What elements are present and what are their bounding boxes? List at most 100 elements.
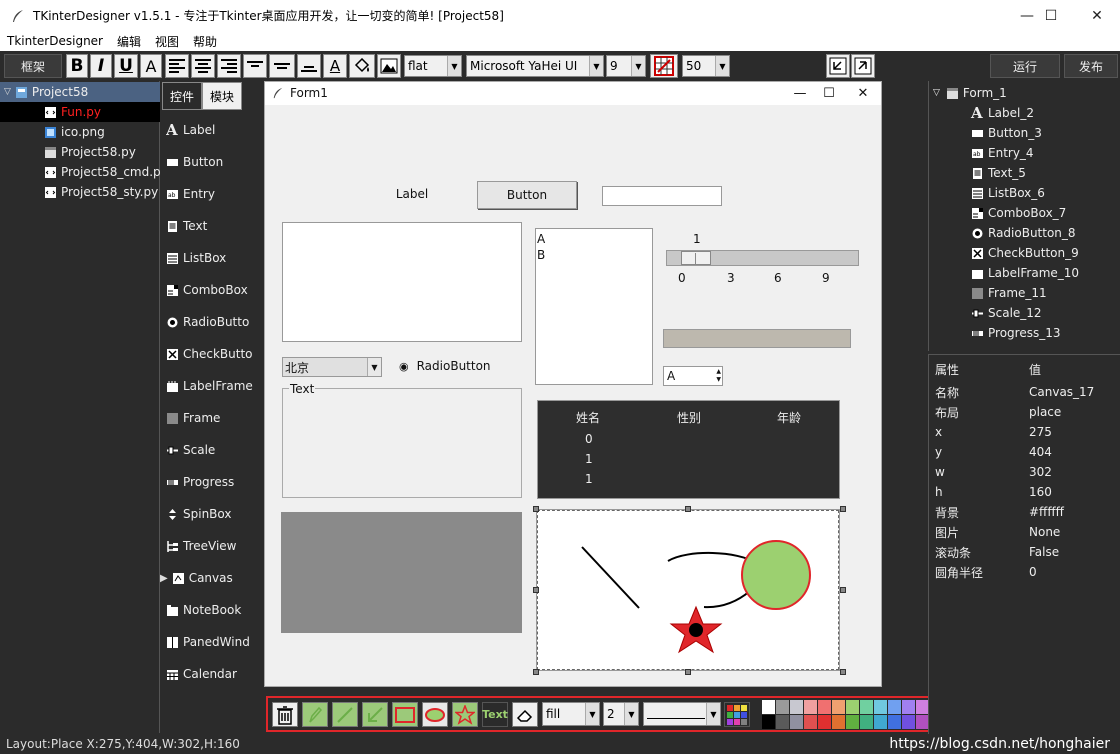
grid-snap-icon[interactable] — [650, 54, 678, 78]
align-left-icon[interactable] — [165, 54, 189, 78]
color-swatch[interactable] — [804, 700, 817, 714]
property-row[interactable]: 背景 #ffffff — [935, 502, 1064, 522]
color-grid-icon[interactable] — [724, 702, 750, 727]
file-item[interactable]: Project58.py — [0, 142, 160, 162]
star-icon[interactable] — [452, 702, 478, 727]
color-swatch[interactable] — [832, 715, 845, 729]
align-bottom-icon[interactable] — [297, 54, 321, 78]
widget-checkbutton[interactable]: CheckButto — [166, 344, 262, 364]
form-combobox[interactable]: 北京 ▼ — [282, 357, 382, 377]
form-entry[interactable] — [602, 186, 722, 206]
widget-entry[interactable]: ab Entry — [166, 184, 262, 204]
fill-select[interactable]: fill ▼ — [542, 702, 600, 726]
resize-handle[interactable] — [840, 587, 846, 593]
color-swatch[interactable] — [818, 700, 831, 714]
widget-radiobutton[interactable]: RadioButto — [166, 312, 262, 332]
widget-progress[interactable]: Progress — [166, 472, 262, 492]
color-palette[interactable] — [762, 700, 929, 729]
form-treeview[interactable]: 姓名 性别 年龄 0 1 1 — [537, 400, 840, 499]
align-middle-icon[interactable] — [269, 54, 295, 78]
close-button[interactable]: ✕ — [1074, 0, 1120, 31]
tree-item[interactable]: RadioButton_8 — [971, 223, 1076, 243]
column-header[interactable]: 姓名 — [576, 409, 600, 426]
column-header[interactable]: 年龄 — [777, 409, 801, 426]
align-center-icon[interactable] — [191, 54, 215, 78]
spin-arrows-icon[interactable]: ▲ ▼ — [716, 368, 721, 384]
underline-button[interactable]: U — [114, 54, 138, 78]
pencil-icon[interactable] — [302, 702, 328, 727]
line-style-select[interactable]: ▼ — [643, 702, 721, 726]
widget-listbox[interactable]: ListBox — [166, 248, 262, 268]
widget-frame[interactable]: Frame — [166, 408, 262, 428]
undo-icon[interactable] — [826, 54, 850, 78]
form-button[interactable]: Button — [477, 181, 577, 209]
list-item[interactable]: A — [537, 231, 652, 247]
color-swatch[interactable] — [860, 700, 873, 714]
table-row[interactable]: 1 — [585, 452, 593, 466]
property-row[interactable]: 布局 place — [935, 402, 1061, 422]
property-row[interactable]: 滚动条 False — [935, 542, 1059, 562]
scale-trough[interactable] — [666, 250, 859, 266]
form-labelframe[interactable]: Text — [282, 382, 522, 498]
trash-icon[interactable] — [272, 702, 298, 727]
font-family-select[interactable]: Microsoft YaHei UI ▼ — [466, 55, 604, 77]
color-swatch[interactable] — [846, 715, 859, 729]
font-a-button[interactable]: A — [140, 54, 162, 78]
form-scale[interactable]: 1 0 3 6 9 — [663, 228, 861, 302]
frame-button[interactable]: 框架 — [4, 54, 62, 78]
property-row[interactable]: x 275 — [935, 422, 1052, 442]
widget-text[interactable]: Text — [166, 216, 262, 236]
widget-canvas[interactable]: ▶ Canvas — [160, 568, 262, 588]
redo-icon[interactable] — [851, 54, 875, 78]
fill-bucket-icon[interactable] — [349, 54, 375, 78]
file-item[interactable]: Project58_cmd.py — [0, 162, 168, 182]
tree-item[interactable]: Text_5 — [971, 163, 1026, 183]
line-width-select[interactable]: 2 ▼ — [603, 702, 639, 726]
color-swatch[interactable] — [860, 715, 873, 729]
form-canvas[interactable] — [536, 509, 840, 671]
tree-item[interactable]: Frame_11 — [971, 283, 1047, 303]
tab-widgets[interactable]: 控件 — [162, 82, 203, 110]
tree-item[interactable]: LabelFrame_10 — [971, 263, 1079, 283]
list-item[interactable]: B — [537, 247, 652, 263]
widget-combobox[interactable]: ComboBox — [166, 280, 262, 300]
resize-handle[interactable] — [685, 506, 691, 512]
image-icon[interactable] — [377, 54, 401, 78]
color-swatch[interactable] — [846, 700, 859, 714]
property-row[interactable]: w 302 — [935, 462, 1052, 482]
italic-button[interactable]: I — [90, 54, 112, 78]
color-swatch[interactable] — [902, 700, 915, 714]
resize-handle[interactable] — [533, 587, 539, 593]
resize-handle[interactable] — [533, 669, 539, 675]
color-swatch[interactable] — [874, 715, 887, 729]
widget-panedwindow[interactable]: PanedWind — [166, 632, 262, 652]
tree-item-form[interactable]: ▽ Form_1 — [933, 83, 1007, 103]
line-icon[interactable] — [332, 702, 358, 727]
property-row[interactable]: h 160 — [935, 482, 1052, 502]
color-swatch[interactable] — [818, 715, 831, 729]
tree-item[interactable]: A Label_2 — [971, 103, 1034, 123]
form-radiobutton[interactable]: ◉ RadioButton — [399, 357, 491, 375]
color-swatch[interactable] — [762, 715, 775, 729]
menu-edit[interactable]: 编辑 — [110, 33, 148, 50]
tree-item[interactable]: ComboBox_7 — [971, 203, 1066, 223]
tree-item[interactable]: CheckButton_9 — [971, 243, 1079, 263]
tree-item[interactable]: Scale_12 — [971, 303, 1042, 323]
resize-handle[interactable] — [840, 669, 846, 675]
resize-handle[interactable] — [533, 506, 539, 512]
menu-help[interactable]: 帮助 — [186, 33, 224, 50]
table-row[interactable]: 0 — [585, 432, 593, 446]
color-swatch[interactable] — [804, 715, 817, 729]
form-text[interactable] — [282, 222, 522, 342]
widget-label[interactable]: A Label — [166, 120, 262, 140]
column-header[interactable]: 性别 — [677, 409, 701, 426]
property-row[interactable]: 圆角半径 0 — [935, 562, 1037, 582]
property-row[interactable]: 名称 Canvas_17 — [935, 382, 1094, 402]
resize-handle[interactable] — [685, 669, 691, 675]
table-row[interactable]: 1 — [585, 472, 593, 486]
file-item[interactable]: Project58_sty.py — [0, 182, 160, 202]
color-swatch[interactable] — [902, 715, 915, 729]
widget-calendar[interactable]: Calendar — [166, 664, 262, 684]
menu-view[interactable]: 视图 — [148, 33, 186, 50]
opacity-spin[interactable]: 50 ▼ — [682, 55, 730, 77]
